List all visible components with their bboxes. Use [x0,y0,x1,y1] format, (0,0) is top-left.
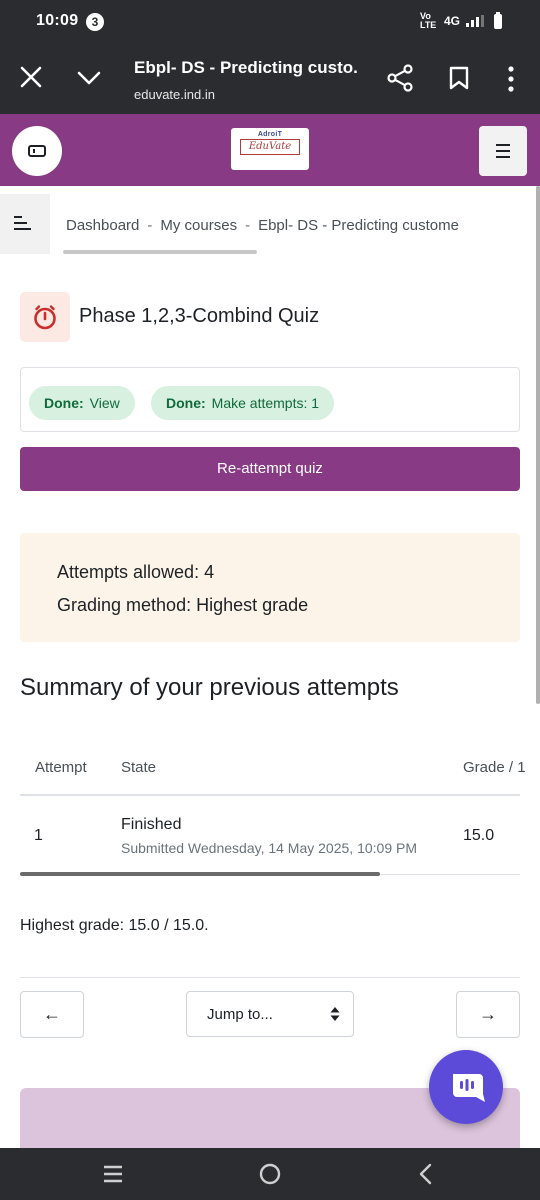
completion-view-badge: Done: View [29,386,135,420]
cell-attempt: 1 [34,827,43,844]
more-icon[interactable] [505,66,517,92]
jump-to-select[interactable]: Jump to... [186,991,354,1037]
quiz-info-box: Attempts allowed: 4 Grading method: High… [20,533,520,642]
bookmark-icon[interactable] [448,65,470,91]
menu-button[interactable] [479,126,527,176]
home-icon[interactable] [258,1162,282,1186]
attempts-allowed: Attempts allowed: 4 [57,562,215,582]
recents-icon[interactable] [102,1164,124,1184]
page-scrollbar[interactable] [536,186,540,704]
notification-count-badge: 3 [86,13,104,31]
site-logo[interactable]: AdroiT EduVate [231,128,309,170]
chat-button[interactable] [429,1050,503,1124]
back-icon[interactable] [417,1162,433,1186]
completion-status: Done: [44,395,84,411]
completion-status: Done: [166,395,206,411]
drawer-button[interactable] [12,126,62,176]
timer-icon [20,292,70,342]
completion-attempts-badge: Done: Make attempts: 1 [151,386,335,420]
previous-activity-button[interactable]: ← [20,991,84,1038]
battery-icon [494,11,502,29]
completion-label: View [89,395,120,411]
logo-top-text: AdroiT [257,131,283,138]
course-index-icon [14,216,22,218]
browser-url: eduvate.ind.in [134,87,215,102]
cell-state: Finished [121,816,182,833]
share-icon[interactable] [386,64,414,92]
course-index-button[interactable] [0,194,50,254]
browser-page-title: Ebpl- DS - Predicting custo... [134,58,359,77]
sort-arrows-icon [330,1007,340,1021]
column-header-attempt: Attempt [35,759,87,776]
page-title: Phase 1,2,3-Combind Quiz [79,305,320,327]
close-icon[interactable] [18,64,44,90]
chevron-down-icon[interactable] [76,66,102,90]
breadcrumb-my-courses[interactable]: My courses [160,217,237,234]
status-time: 10:09 [36,12,79,29]
highest-grade: Highest grade: 15.0 / 15.0. [20,917,209,934]
status-indicators: Vo LTE 4G [419,11,502,30]
breadcrumb-separator: - [245,217,251,234]
breadcrumb-bar: Dashboard - My courses - Ebpl- DS - Predicti… [0,186,540,260]
breadcrumb: Dashboard - My courses - Ebpl- DS - Predicti… [66,217,481,234]
drawer-icon [28,145,46,157]
signal-icon [466,15,484,27]
reattempt-quiz-button[interactable]: Re-attempt quiz [20,447,520,491]
volte-label: Vo LTE [419,11,437,30]
next-activity-button[interactable]: → [456,991,520,1038]
jump-to-label: Jump to... [207,1006,273,1023]
breadcrumb-course[interactable]: Ebpl- DS - Predicting custome [258,217,459,234]
activity-completion: Done: View Done: Make attempts: 1 [20,367,520,432]
android-nav-bar [0,1148,540,1200]
grading-method: Grading method: Highest grade [57,595,309,615]
column-header-grade: Grade / 1 [463,759,526,776]
summary-heading: Summary of your previous attempts [20,674,399,701]
chat-icon [453,1074,485,1102]
column-header-state: State [121,759,157,776]
breadcrumb-scrollbar[interactable] [63,250,257,254]
completion-label: Make attempts: 1 [211,395,320,411]
cell-submitted: Submitted Wednesday, 14 May 2025, 10:09 … [121,840,417,856]
table-scrollbar[interactable] [20,872,380,876]
menu-icon [496,144,510,146]
logo-text: EduVate [240,139,300,155]
cell-grade: 15.0 [463,827,495,844]
table-header-divider [20,794,520,796]
site-header: AdroiT EduVate [0,114,540,186]
browser-toolbar: Ebpl- DS - Predicting custo... eduvate.i… [0,44,540,114]
divider [20,977,520,978]
status-bar: 10:09 3 Vo LTE 4G [0,0,540,44]
network-label: 4G [443,14,460,28]
breadcrumb-separator: - [147,217,153,234]
breadcrumb-dashboard[interactable]: Dashboard [66,217,139,234]
